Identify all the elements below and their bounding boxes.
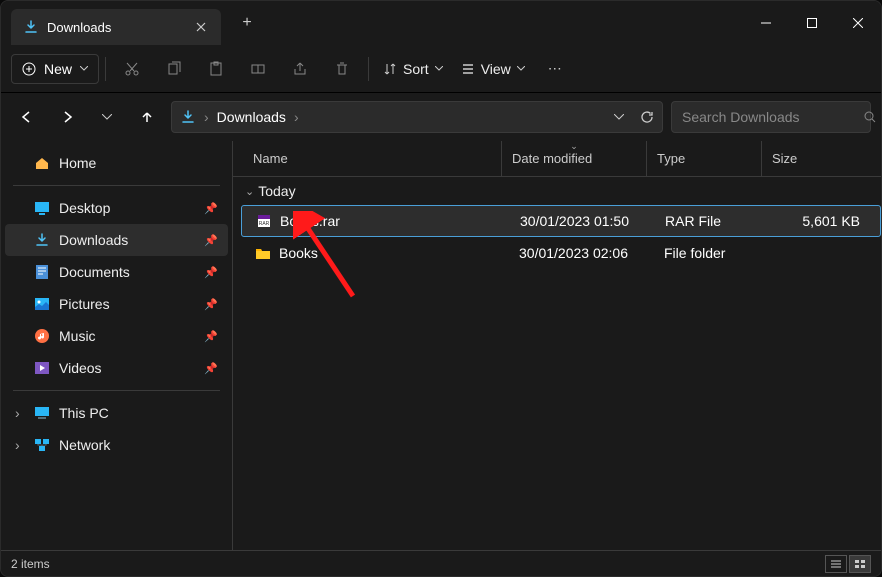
close-button[interactable] <box>835 1 881 45</box>
status-bar: 2 items <box>1 550 881 576</box>
chevron-down-icon <box>80 66 88 71</box>
toolbar: New Sort View ⋯ <box>1 45 881 93</box>
share-button[interactable] <box>280 51 320 87</box>
delete-button[interactable] <box>322 51 362 87</box>
download-icon <box>33 231 51 249</box>
plus-icon <box>22 62 36 76</box>
close-tab-icon[interactable] <box>193 19 209 35</box>
network-icon <box>33 436 51 454</box>
file-date: 30/01/2023 02:06 <box>509 245 654 261</box>
rename-button[interactable] <box>238 51 278 87</box>
column-name[interactable]: Name <box>253 151 501 166</box>
folder-icon <box>253 243 273 263</box>
download-icon <box>180 109 196 125</box>
caret-down-icon: ⌄ <box>245 185 254 198</box>
file-size: 5,601 KB <box>770 213 880 229</box>
sidebar: Home Desktop 📌 Downloads 📌 Documents 📌 P… <box>1 141 233 550</box>
videos-icon <box>33 359 51 377</box>
sidebar-home[interactable]: Home <box>5 147 228 179</box>
pin-icon: 📌 <box>204 234 218 247</box>
column-headers: Name ⌄ Date modified Type Size <box>233 141 881 177</box>
search-icon <box>863 110 877 124</box>
sort-icon <box>383 62 397 76</box>
chevron-down-icon <box>517 66 525 71</box>
tab-downloads[interactable]: Downloads <box>11 9 221 45</box>
sidebar-item-music[interactable]: Music 📌 <box>5 320 228 352</box>
content-pane: Name ⌄ Date modified Type Size ⌄ Today R… <box>233 141 881 550</box>
cut-button[interactable] <box>112 51 152 87</box>
status-text: 2 items <box>11 557 50 571</box>
column-size[interactable]: Size <box>761 141 881 176</box>
new-label: New <box>44 61 72 77</box>
maximize-button[interactable] <box>789 1 835 45</box>
download-icon <box>23 19 39 35</box>
sidebar-item-downloads[interactable]: Downloads 📌 <box>5 224 228 256</box>
copy-button[interactable] <box>154 51 194 87</box>
pin-icon: 📌 <box>204 298 218 311</box>
up-button[interactable] <box>131 101 163 133</box>
file-type: File folder <box>654 245 769 261</box>
file-name: Books <box>279 245 509 261</box>
back-button[interactable] <box>11 101 43 133</box>
chevron-down-icon[interactable] <box>614 114 624 120</box>
pin-icon: 📌 <box>204 202 218 215</box>
pin-icon: 📌 <box>204 362 218 375</box>
pin-icon: 📌 <box>204 330 218 343</box>
recent-button[interactable] <box>91 101 123 133</box>
breadcrumb-current[interactable]: Downloads <box>217 109 286 125</box>
sidebar-item-documents[interactable]: Documents 📌 <box>5 256 228 288</box>
search-box[interactable] <box>671 101 871 133</box>
group-today[interactable]: ⌄ Today <box>241 177 881 205</box>
paste-button[interactable] <box>196 51 236 87</box>
file-row[interactable]: RAR Books.rar 30/01/2023 01:50 RAR File … <box>241 205 881 237</box>
file-list: ⌄ Today RAR Books.rar 30/01/2023 01:50 R… <box>233 177 881 550</box>
chevron-down-icon <box>435 66 443 71</box>
column-type[interactable]: Type <box>646 141 761 176</box>
minimize-button[interactable] <box>743 1 789 45</box>
pictures-icon <box>33 295 51 313</box>
navbar: › Downloads › <box>1 93 881 141</box>
file-type: RAR File <box>655 213 770 229</box>
new-tab-button[interactable]: + <box>229 14 265 32</box>
titlebar: Downloads + <box>1 1 881 45</box>
more-button[interactable]: ⋯ <box>535 51 575 87</box>
file-date: 30/01/2023 01:50 <box>510 213 655 229</box>
sidebar-network[interactable]: Network <box>5 429 228 461</box>
view-icon <box>461 62 475 76</box>
window-controls <box>743 1 881 45</box>
search-input[interactable] <box>682 109 863 125</box>
documents-icon <box>33 263 51 281</box>
details-view-button[interactable] <box>825 555 847 573</box>
view-button[interactable]: View <box>453 55 533 83</box>
desktop-icon <box>33 199 51 217</box>
file-name: Books.rar <box>280 213 510 229</box>
pc-icon <box>33 404 51 422</box>
breadcrumb[interactable]: › Downloads › <box>171 101 663 133</box>
new-button[interactable]: New <box>11 54 99 84</box>
pin-icon: 📌 <box>204 266 218 279</box>
file-row[interactable]: Books 30/01/2023 02:06 File folder <box>241 237 881 269</box>
rar-icon: RAR <box>254 211 274 231</box>
music-icon <box>33 327 51 345</box>
tab-title: Downloads <box>47 20 185 35</box>
sidebar-item-videos[interactable]: Videos 📌 <box>5 352 228 384</box>
sort-indicator-icon: ⌄ <box>570 141 578 152</box>
sidebar-thispc[interactable]: This PC <box>5 397 228 429</box>
sidebar-item-pictures[interactable]: Pictures 📌 <box>5 288 228 320</box>
sidebar-item-desktop[interactable]: Desktop 📌 <box>5 192 228 224</box>
refresh-button[interactable] <box>640 110 654 124</box>
forward-button[interactable] <box>51 101 83 133</box>
column-date[interactable]: ⌄ Date modified <box>501 141 646 176</box>
sort-button[interactable]: Sort <box>375 55 451 83</box>
thumbnails-view-button[interactable] <box>849 555 871 573</box>
svg-text:RAR: RAR <box>259 221 270 227</box>
home-icon <box>33 154 51 172</box>
